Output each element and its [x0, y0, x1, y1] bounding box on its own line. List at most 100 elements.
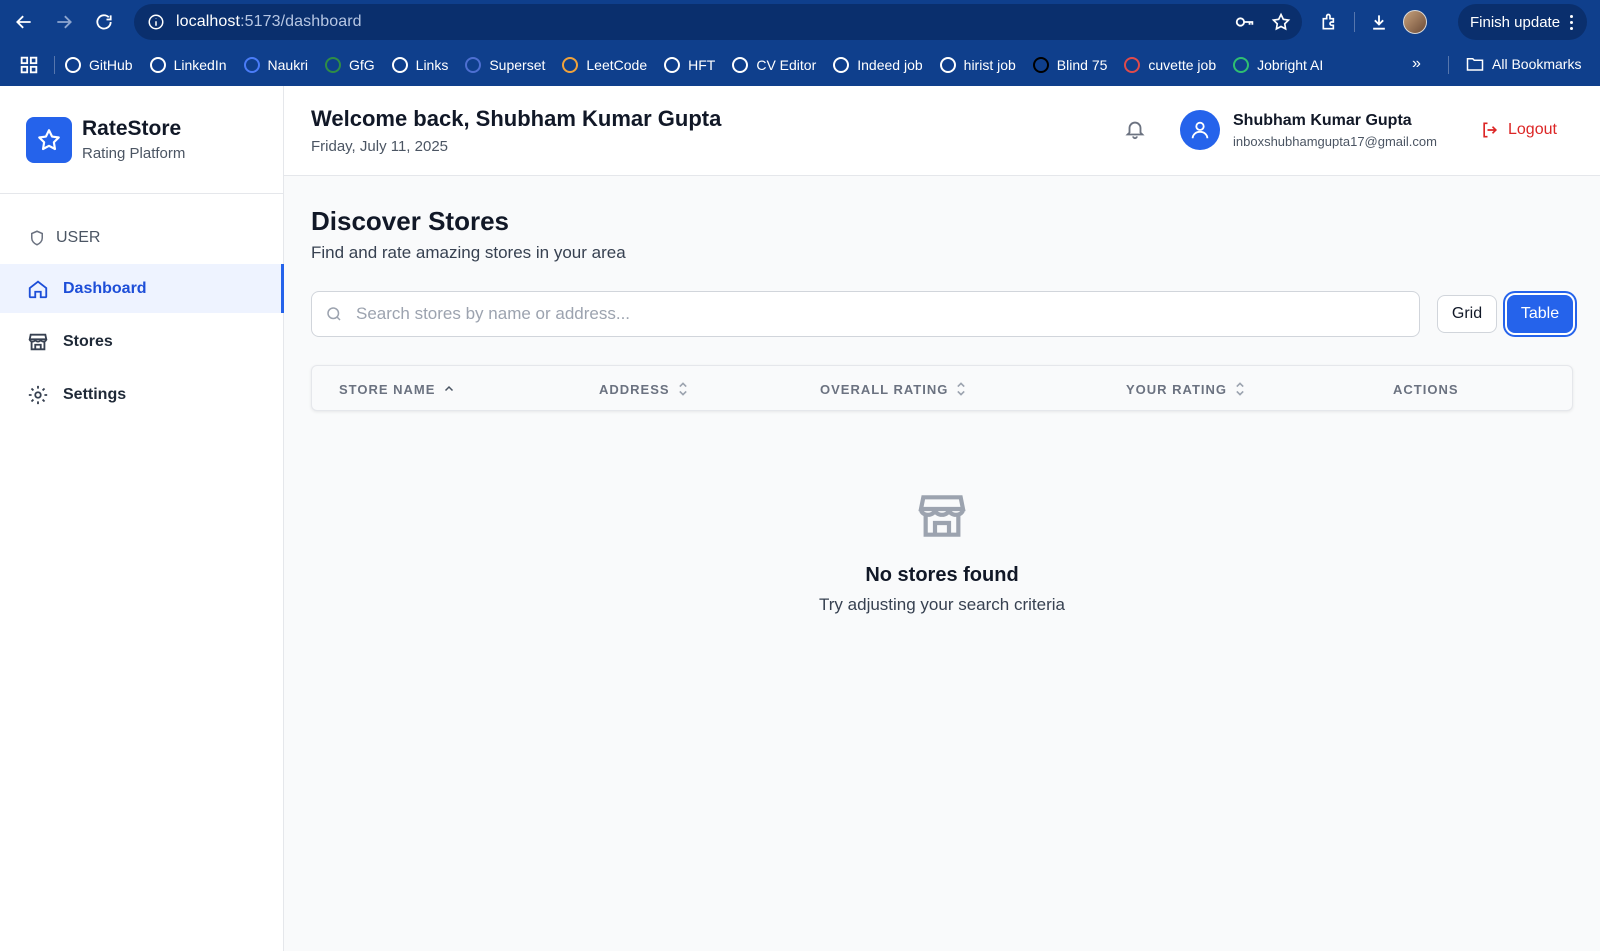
finish-update-label: Finish update	[1470, 13, 1561, 31]
brand-subtitle: Rating Platform	[82, 145, 186, 162]
column-header-your-rating[interactable]: YOUR RATING	[1126, 366, 1245, 412]
all-bookmarks-button[interactable]: All Bookmarks	[1466, 56, 1581, 72]
bookmark-item[interactable]: Jobright AI	[1233, 57, 1323, 73]
bookmarks-divider	[54, 56, 55, 74]
bookmark-item[interactable]: Indeed job	[833, 57, 923, 73]
sort-icon	[678, 382, 687, 396]
user-icon	[1191, 121, 1209, 139]
info-icon	[833, 57, 850, 73]
bookmark-label: Jobright AI	[1257, 57, 1324, 73]
column-header-address[interactable]: ADDRESS	[599, 366, 688, 412]
column-label: STORE NAME	[339, 381, 436, 397]
empty-state: No stores found Try adjusting your searc…	[311, 488, 1573, 615]
arrow-right-icon	[57, 15, 72, 29]
github-icon	[664, 57, 681, 73]
column-header-overall-rating[interactable]: OVERALL RATING	[820, 366, 966, 412]
extensions-icon[interactable]	[1312, 0, 1348, 44]
sidebar-item-stores[interactable]: Stores	[0, 317, 283, 366]
linkedin-icon	[149, 57, 166, 73]
stores-toolbar: Grid Table	[311, 291, 1574, 339]
github-icon	[65, 57, 81, 73]
url-host: localhost	[176, 13, 241, 30]
bookmark-label: Links	[415, 57, 449, 73]
all-bookmarks-label: All Bookmarks	[1492, 56, 1582, 72]
logout-icon	[1483, 122, 1498, 138]
url-text[interactable]: localhost:5173/dashboard	[176, 13, 362, 31]
arrow-left-icon	[16, 15, 31, 29]
forward-button[interactable]	[44, 0, 84, 44]
search-box	[311, 291, 1420, 337]
bookmark-item[interactable]: Superset	[465, 57, 545, 73]
jobright-icon	[1233, 57, 1250, 73]
more-bookmarks-icon[interactable]: »	[1412, 55, 1421, 73]
store-icon	[28, 333, 48, 350]
bookmark-label: Superset	[489, 57, 546, 73]
key-icon[interactable]	[1234, 11, 1256, 33]
bookmark-list: GitHub LinkedIn Naukri GfG Links Superset Leet…	[65, 57, 1340, 73]
bell-icon[interactable]	[1124, 118, 1146, 145]
sidebar-item-label: Stores	[63, 332, 113, 350]
bookmark-item[interactable]: CV Editor	[732, 57, 816, 73]
globe-icon	[391, 57, 408, 73]
bookmark-item[interactable]: GfG	[324, 57, 375, 73]
sidebar-item-dashboard[interactable]: Dashboard	[0, 264, 284, 313]
bookmark-label: CV Editor	[756, 57, 817, 73]
shield-icon	[31, 230, 43, 246]
logout-button[interactable]: Logout	[1480, 120, 1557, 140]
brand: RateStore Rating Platform	[0, 86, 283, 194]
browser-chrome: localhost:5173/dashboard Finish update G…	[0, 0, 1600, 86]
apps-grid-icon[interactable]	[18, 54, 40, 76]
bookmark-item[interactable]: cuvette job	[1124, 57, 1216, 73]
gear-icon	[28, 385, 48, 404]
finish-update-button[interactable]: Finish update	[1458, 4, 1588, 40]
bookmark-label: hirist job	[963, 57, 1016, 73]
role-label: USER	[56, 229, 101, 246]
user-avatar[interactable]	[1180, 110, 1220, 150]
bookmark-item[interactable]: GitHub	[65, 57, 133, 73]
star-icon[interactable]	[1270, 11, 1292, 33]
bookmarks-bar: GitHub LinkedIn Naukri GfG Links Superset Leet…	[0, 44, 1600, 86]
empty-state-description: Try adjusting your search criteria	[819, 595, 1065, 614]
superset-icon	[465, 57, 482, 73]
reload-button[interactable]	[84, 0, 124, 44]
search-input[interactable]	[356, 304, 1396, 324]
column-header-actions: ACTIONS	[1393, 366, 1459, 412]
user-role: USER	[0, 212, 283, 264]
bookmark-label: Naukri	[267, 57, 308, 73]
stores-section: Discover Stores Find and rate amazing st…	[311, 176, 1574, 411]
welcome-heading: Welcome back, Shubham Kumar Gupta	[311, 106, 722, 131]
download-icon[interactable]	[1361, 0, 1397, 44]
column-label: ADDRESS	[599, 381, 670, 397]
bookmark-item[interactable]: HFT	[664, 57, 715, 73]
page-subtitle: Find and rate amazing stores in your are…	[311, 243, 626, 262]
bookmark-label: Blind 75	[1056, 57, 1108, 73]
leetcode-icon	[562, 57, 579, 73]
reload-icon	[96, 14, 112, 30]
empty-state-title: No stores found	[865, 564, 1019, 586]
sidebar-item-label: Dashboard	[63, 279, 147, 297]
bookmark-item[interactable]: LinkedIn	[149, 57, 227, 73]
sidebar-item-label: Settings	[63, 385, 127, 403]
sidebar: RateStore Rating Platform USER Dashboard…	[0, 86, 284, 951]
column-label: ACTIONS	[1393, 381, 1459, 397]
profile-avatar[interactable]	[1397, 0, 1433, 44]
bookmark-item[interactable]: Naukri	[243, 57, 308, 73]
back-button[interactable]	[4, 0, 44, 44]
top-header: Welcome back, Shubham Kumar Gupta Friday…	[284, 86, 1600, 176]
bookmark-item[interactable]: hirist job	[939, 57, 1016, 73]
sort-icon	[1236, 382, 1244, 396]
column-header-store-name[interactable]: STORE NAME	[339, 366, 455, 412]
sidebar-item-settings[interactable]: Settings	[0, 370, 283, 419]
cuvette-icon	[1124, 57, 1141, 73]
brand-title: RateStore	[82, 117, 182, 140]
site-info-icon[interactable]	[138, 4, 174, 40]
url-path: :5173/dashboard	[240, 13, 362, 30]
bookmark-item[interactable]: Blind 75	[1032, 57, 1108, 73]
grid-view-button[interactable]: Grid	[1437, 295, 1497, 333]
bookmark-item[interactable]: LeetCode	[562, 57, 647, 73]
bookmark-label: GfG	[348, 57, 375, 73]
table-view-button[interactable]: Table	[1507, 295, 1573, 333]
browser-toolbar: localhost:5173/dashboard Finish update	[0, 0, 1600, 44]
bookmark-item[interactable]: Links	[391, 57, 449, 73]
address-bar[interactable]: localhost:5173/dashboard	[134, 4, 1302, 40]
